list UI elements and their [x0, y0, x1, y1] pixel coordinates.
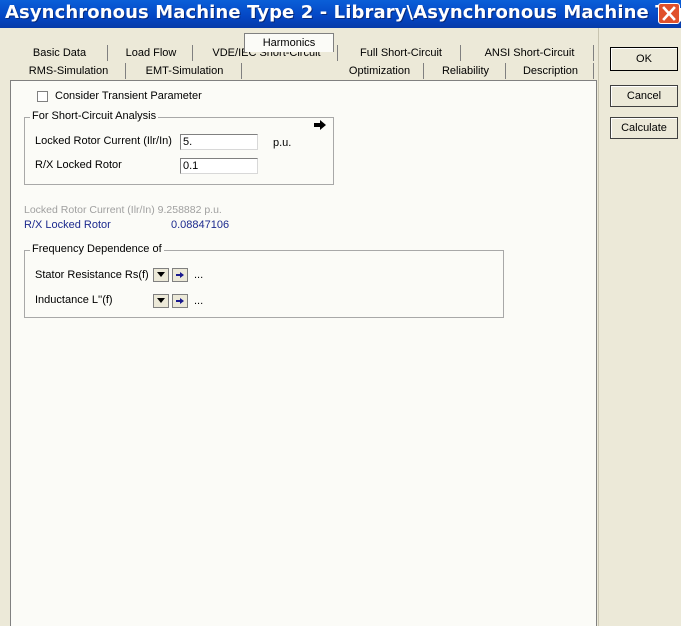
frequency-dependence-group [24, 250, 504, 318]
locked-rotor-current-label: Locked Rotor Current (Ilr/In) [35, 135, 172, 147]
arrow-right-icon [314, 120, 326, 130]
computed-rx-value: 0.08847106 [171, 219, 230, 231]
inductance-arrow-button[interactable] [172, 294, 188, 308]
stator-resistance-arrow-button[interactable] [172, 268, 188, 282]
computed-rx-label: R/X Locked Rotor [24, 219, 111, 231]
ok-button[interactable]: OK [610, 47, 678, 71]
frequency-dependence-legend: Frequency Dependence of [30, 243, 164, 255]
inductance-label: Inductance L''(f) [35, 294, 113, 306]
rx-locked-rotor-label: R/X Locked Rotor [35, 159, 122, 171]
inductance-ellipsis: ... [194, 295, 204, 307]
arrow-right-icon [176, 272, 184, 278]
inductance-dropdown-button[interactable] [153, 294, 169, 308]
title-bar: Asynchronous Machine Type 2 - Library\As… [0, 0, 681, 28]
cancel-button[interactable]: Cancel [610, 85, 678, 107]
arrow-button[interactable] [313, 119, 329, 133]
tab-optimization[interactable]: Optimization [336, 63, 424, 79]
locked-rotor-current-unit: p.u. [273, 137, 292, 149]
computed-locked-rotor-current: Locked Rotor Current (Ilr/In) 9.258882 p… [24, 204, 222, 216]
tab-load-flow[interactable]: Load Flow [110, 45, 193, 61]
stator-resistance-dropdown-button[interactable] [153, 268, 169, 282]
tab-harmonics[interactable]: Harmonics [244, 33, 334, 52]
chevron-down-icon [157, 298, 165, 303]
tab-reliability[interactable]: Reliability [426, 63, 506, 79]
short-circuit-group [24, 117, 334, 185]
stator-resistance-ellipsis: ... [194, 269, 204, 281]
rx-locked-rotor-field[interactable]: 0.1 [180, 158, 258, 174]
chevron-down-icon [157, 272, 165, 277]
tab-full-short-circuit[interactable]: Full Short-Circuit [342, 45, 461, 61]
arrow-right-icon [176, 298, 184, 304]
calculate-button[interactable]: Calculate [610, 117, 678, 139]
short-circuit-group-legend: For Short-Circuit Analysis [30, 110, 159, 122]
window-title: Asynchronous Machine Type 2 - Library\As… [5, 2, 681, 23]
close-button[interactable] [658, 3, 680, 24]
close-icon [662, 6, 676, 21]
tab-rms-simulation[interactable]: RMS-Simulation [12, 63, 126, 79]
tab-ansi-short-circuit[interactable]: ANSI Short-Circuit [466, 45, 594, 61]
tab-emt-simulation[interactable]: EMT-Simulation [128, 63, 242, 79]
tab-description[interactable]: Description [508, 63, 594, 79]
consider-transient-checkbox[interactable] [37, 91, 48, 102]
locked-rotor-current-field[interactable]: 5. [180, 134, 258, 150]
stator-resistance-label: Stator Resistance Rs(f) [35, 269, 149, 281]
tab-basic-data[interactable]: Basic Data [12, 45, 108, 61]
consider-transient-label: Consider Transient Parameter [55, 90, 202, 102]
sidebar-separator [598, 28, 599, 626]
